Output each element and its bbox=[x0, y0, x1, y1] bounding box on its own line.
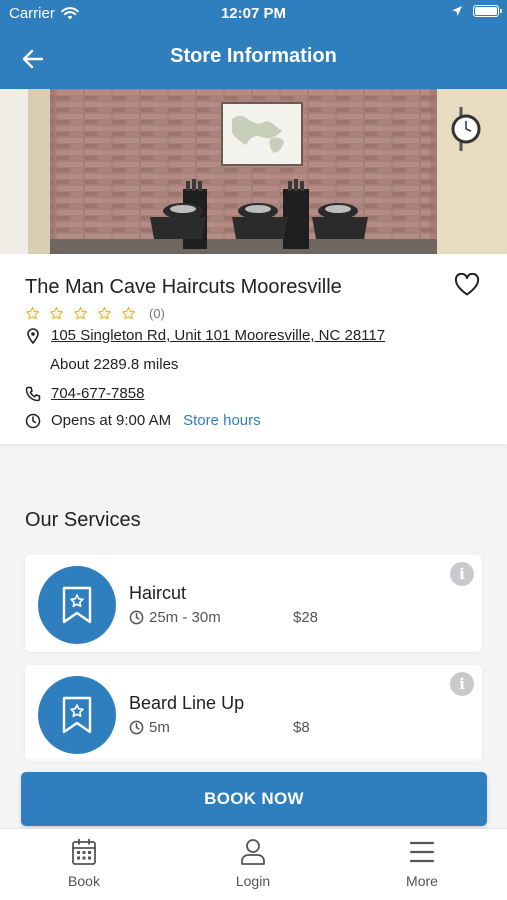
address-row[interactable]: 105 Singleton Rd, Unit 101 Mooresville, … bbox=[25, 327, 385, 344]
service-duration: 25m - 30m bbox=[129, 609, 221, 626]
service-badge bbox=[38, 566, 116, 644]
star-icon bbox=[26, 307, 39, 320]
store-address-link[interactable]: 105 Singleton Rd, Unit 101 Mooresville, … bbox=[51, 327, 385, 344]
store-hours-link[interactable]: Store hours bbox=[183, 412, 261, 429]
heart-icon[interactable] bbox=[454, 273, 480, 297]
service-price: $8 bbox=[293, 719, 310, 736]
service-name: Haircut bbox=[129, 583, 187, 603]
clock-icon bbox=[129, 720, 144, 735]
service-duration-text: 5m bbox=[149, 719, 170, 736]
book-now-button[interactable]: BOOK NOW bbox=[21, 772, 487, 826]
star-icon bbox=[50, 307, 63, 320]
bookmark-star-icon bbox=[62, 586, 92, 624]
service-card[interactable]: Haircut 25m - 30m $28 i bbox=[25, 555, 482, 652]
service-badge bbox=[38, 676, 116, 754]
store-info-card: The Man Cave Haircuts Mooresville (0) 10… bbox=[0, 254, 507, 444]
service-card[interactable]: Beard Line Up 5m $8 i bbox=[25, 665, 482, 762]
store-phone-link[interactable]: 704-677-7858 bbox=[51, 385, 144, 402]
star-icon bbox=[98, 307, 111, 320]
calendar-icon bbox=[72, 838, 96, 865]
store-distance: About 2289.8 miles bbox=[50, 356, 179, 373]
store-name: The Man Cave Haircuts Mooresville bbox=[25, 276, 342, 298]
tab-more-label: More bbox=[406, 873, 438, 889]
phone-icon bbox=[25, 386, 41, 401]
tab-login[interactable]: Login bbox=[193, 837, 313, 889]
clock: 12:07 PM bbox=[220, 5, 287, 22]
service-duration-text: 25m - 30m bbox=[149, 609, 221, 626]
rating-stars: (0) bbox=[25, 306, 165, 321]
star-icon bbox=[122, 307, 135, 320]
location-pin-icon bbox=[27, 327, 39, 344]
bookmark-star-icon bbox=[62, 696, 92, 734]
hours-row: Opens at 9:00 AM Store hours bbox=[25, 412, 261, 429]
clock-icon bbox=[25, 413, 41, 428]
clock-icon bbox=[129, 610, 144, 625]
star-icon bbox=[74, 307, 87, 320]
navigation-bar: Store Information bbox=[0, 28, 507, 89]
phone-row[interactable]: 704-677-7858 bbox=[25, 385, 144, 402]
services-heading: Our Services bbox=[25, 509, 141, 531]
tab-more[interactable]: More bbox=[362, 837, 482, 889]
page-title: Store Information bbox=[170, 45, 337, 67]
status-bar: Carrier 12:07 PM bbox=[0, 0, 507, 28]
location-arrow-icon bbox=[452, 6, 462, 16]
store-photo bbox=[0, 89, 507, 254]
service-duration: 5m bbox=[129, 719, 170, 736]
tab-bar: Book Login More bbox=[0, 828, 507, 900]
info-icon[interactable]: i bbox=[450, 672, 474, 696]
tab-book-label: Book bbox=[68, 873, 100, 889]
tab-login-label: Login bbox=[235, 873, 271, 889]
battery-icon bbox=[473, 5, 502, 17]
rating-count: (0) bbox=[149, 306, 165, 321]
service-price: $28 bbox=[293, 609, 319, 626]
service-name: Beard Line Up bbox=[129, 693, 245, 713]
opening-time: Opens at 9:00 AM bbox=[51, 412, 172, 429]
info-icon[interactable]: i bbox=[450, 562, 474, 586]
tab-book[interactable]: Book bbox=[24, 837, 144, 889]
user-icon bbox=[241, 839, 265, 865]
menu-icon bbox=[409, 841, 435, 863]
